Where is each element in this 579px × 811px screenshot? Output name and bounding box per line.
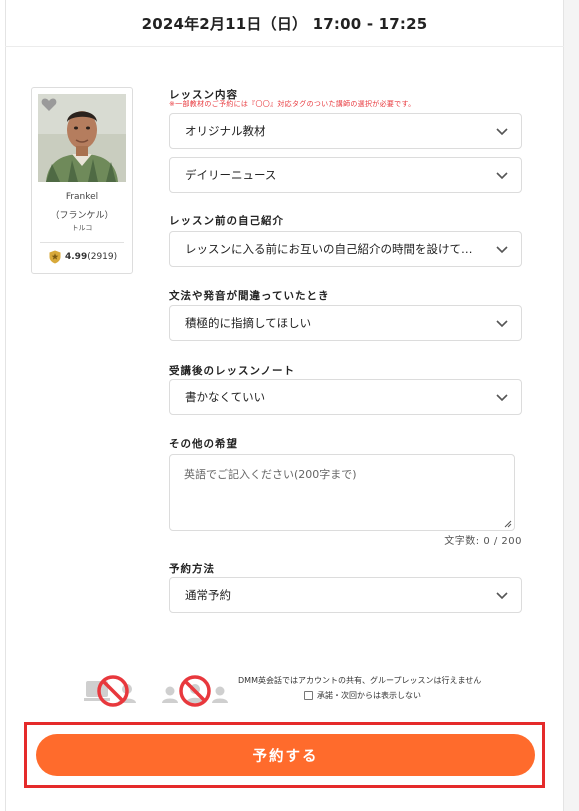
resize-handle-icon[interactable]	[504, 520, 512, 528]
lesson-note-label: 受講後のレッスンノート	[169, 365, 295, 377]
agree-label: 承諾・次回からは表示しない	[317, 691, 421, 700]
textarea-placeholder: 英語でご記入ください(200字まで)	[184, 468, 357, 481]
booking-header: 2024年2月11日（日） 17:00 - 17:25	[5, 0, 564, 47]
correction-label: 文法や発音が間違っていたとき	[169, 290, 330, 302]
page-edge	[564, 0, 579, 811]
select-value: 書かなくていい	[185, 390, 266, 404]
chevron-down-icon	[496, 246, 508, 254]
other-requests-label: その他の希望	[169, 438, 238, 450]
review-count: (2919)	[87, 252, 118, 262]
other-requests-textarea[interactable]: 英語でご記入ください(200字まで)	[169, 454, 515, 531]
lesson-content-note: ※一部教材のご予約には『〇〇』対応タグのついた講師の選択が必要です。	[169, 100, 416, 108]
booking-method-label: 予約方法	[169, 563, 215, 575]
select-value: 積極的に指摘してほしい	[185, 316, 312, 330]
select-value: 通常予約	[185, 588, 231, 602]
select-value: レッスンに入る前にお互いの自己紹介の時間を設けて…	[185, 242, 473, 256]
self-intro-select[interactable]: レッスンに入る前にお互いの自己紹介の時間を設けて…	[169, 231, 522, 267]
no-group-lesson-icon	[162, 675, 228, 707]
favorite-heart-icon[interactable]	[41, 97, 57, 112]
chevron-down-icon	[496, 592, 508, 600]
select-value: オリジナル教材	[185, 124, 266, 138]
chevron-down-icon	[496, 172, 508, 180]
rating-badge-icon	[49, 250, 61, 264]
agree-checkbox-row[interactable]: 承諾・次回からは表示しない	[304, 690, 421, 701]
chevron-down-icon	[496, 128, 508, 136]
lesson-note-select[interactable]: 書かなくていい	[169, 379, 522, 415]
lesson-material-select[interactable]: オリジナル教材	[169, 113, 522, 149]
teacher-rating: 4.99 (2919)	[48, 250, 117, 264]
booking-method-select[interactable]: 通常予約	[169, 577, 522, 613]
teacher-name[interactable]: Frankel	[32, 192, 132, 202]
correction-select[interactable]: 積極的に指摘してほしい	[169, 305, 522, 341]
self-intro-label: レッスン前の自己紹介	[169, 215, 284, 227]
divider	[40, 242, 124, 243]
rating-score: 4.99	[65, 252, 88, 262]
lesson-subcategory-select[interactable]: デイリーニュース	[169, 157, 522, 193]
teacher-card[interactable]: Frankel （フランケル） トルコ 4.99 (2919)	[31, 87, 133, 274]
char-count: 文字数: 0 / 200	[444, 536, 522, 547]
select-value: デイリーニュース	[185, 168, 277, 182]
chevron-down-icon	[496, 320, 508, 328]
lesson-datetime: 2024年2月11日（日） 17:00 - 17:25	[141, 14, 428, 33]
agree-checkbox[interactable]	[304, 691, 313, 700]
teacher-name-kana: （フランケル）	[50, 211, 114, 221]
chevron-down-icon	[496, 394, 508, 402]
no-account-sharing-icon	[84, 675, 136, 707]
reserve-button[interactable]: 予約する	[36, 734, 535, 776]
sharing-notice: DMM英会話ではアカウントの共有、グループレッスンは行えません	[238, 676, 482, 685]
teacher-country: トルコ	[71, 224, 93, 232]
